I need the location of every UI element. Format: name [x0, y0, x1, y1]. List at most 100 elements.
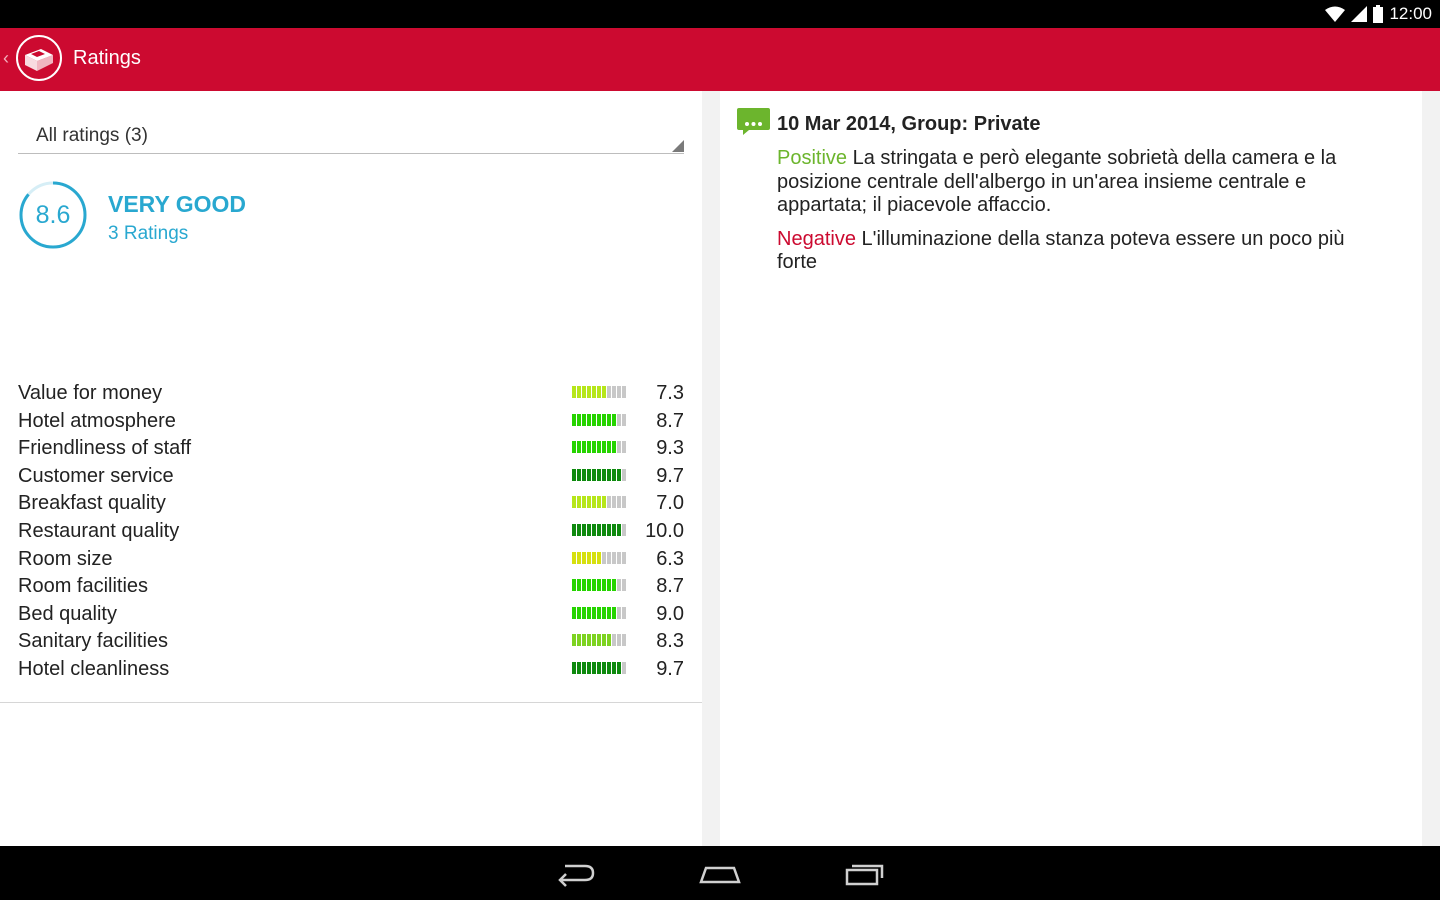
meter-segment — [607, 606, 611, 619]
criterion-value: 7.0 — [656, 492, 684, 515]
meter-segment — [572, 579, 576, 592]
meter-segment — [617, 661, 621, 674]
criterion-row: Sanitary facilities 8.3 — [18, 628, 684, 656]
meter-segment — [592, 496, 596, 509]
criteria-list: Value for money 7.3 Hotel atmosphere 8.7 Fri… — [18, 380, 684, 684]
meter-segment — [587, 634, 591, 647]
meter-segment — [592, 579, 596, 592]
criterion-meter — [572, 413, 628, 426]
app-bar: ‹ Ratings — [0, 28, 1440, 91]
meter-segment — [617, 468, 621, 481]
up-button[interactable]: ‹ Ratings — [0, 28, 150, 91]
meter-segment — [582, 413, 586, 426]
meter-segment — [592, 523, 596, 536]
meter-segment — [572, 386, 576, 398]
meter-segment — [592, 441, 596, 454]
meter-segment — [622, 634, 626, 647]
meter-segment — [572, 606, 576, 619]
criterion-label: Hotel atmosphere — [18, 409, 176, 432]
criterion-value: 7.3 — [656, 382, 684, 404]
criterion-label: Room size — [18, 547, 113, 570]
meter-segment — [612, 441, 616, 454]
recent-apps-icon[interactable] — [844, 858, 886, 888]
positive-text: La stringata e però elegante sobrietà de… — [777, 147, 1337, 216]
criterion-meter — [572, 468, 628, 481]
meter-segment — [582, 386, 586, 398]
meter-segment — [602, 496, 606, 509]
meter-segment — [577, 661, 581, 674]
hotel-bed-icon — [25, 49, 53, 71]
meter-segment — [617, 441, 621, 454]
meter-segment — [602, 523, 606, 536]
meter-segment — [582, 551, 586, 564]
meter-segment — [617, 551, 621, 564]
meter-segment — [592, 606, 596, 619]
criterion-row: Room size 6.3 — [18, 546, 684, 574]
criterion-value: 9.7 — [656, 657, 684, 680]
meter-segment — [607, 468, 611, 481]
meter-segment — [617, 606, 621, 619]
criterion-value: 9.3 — [656, 437, 684, 460]
meter-segment — [587, 551, 591, 564]
criterion-meter — [572, 634, 628, 647]
criterion-value: 8.3 — [656, 630, 684, 653]
meter-segment — [622, 551, 626, 564]
meter-segment — [577, 579, 581, 592]
meter-segment — [607, 661, 611, 674]
meter-segment — [587, 496, 591, 509]
meter-segment — [607, 551, 611, 564]
ratings-count: 3 Ratings — [108, 223, 189, 244]
meter-segment — [607, 413, 611, 426]
meter-segment — [592, 468, 596, 481]
ratings-filter-dropdown[interactable]: All ratings (3) — [18, 115, 684, 154]
meter-segment — [572, 551, 576, 564]
meter-segment — [607, 386, 611, 398]
criterion-row: Room facilities 8.7 — [18, 573, 684, 601]
meter-segment — [582, 496, 586, 509]
review-body: Positive La stringata e però elegante so… — [777, 147, 1377, 285]
meter-segment — [622, 523, 626, 536]
meter-segment — [602, 606, 606, 619]
meter-segment — [572, 413, 576, 426]
back-icon[interactable] — [555, 858, 597, 888]
meter-segment — [592, 386, 596, 398]
meter-segment — [572, 634, 576, 647]
review-panel: 10 Mar 2014, Group: Private Positive La … — [720, 91, 1422, 846]
review-negative: Negative L'illuminazione della stanza po… — [777, 228, 1377, 275]
criterion-row: Hotel cleanliness 9.7 — [18, 656, 684, 684]
meter-segment — [622, 413, 626, 426]
meter-segment — [607, 523, 611, 536]
meter-segment — [577, 468, 581, 481]
criterion-label: Breakfast quality — [18, 492, 166, 515]
meter-segment — [612, 523, 616, 536]
app-logo-icon — [16, 35, 62, 81]
criterion-value: 6.3 — [656, 547, 684, 570]
meter-segment — [597, 661, 601, 674]
meter-segment — [587, 523, 591, 536]
meter-segment — [577, 606, 581, 619]
criterion-label: Customer service — [18, 464, 174, 487]
meter-segment — [582, 523, 586, 536]
criterion-row: Value for money 7.3 — [18, 380, 684, 408]
criterion-value: 10.0 — [645, 519, 684, 542]
meter-segment — [607, 496, 611, 509]
meter-segment — [622, 468, 626, 481]
meter-segment — [622, 661, 626, 674]
meter-segment — [622, 386, 626, 398]
home-icon[interactable] — [699, 858, 741, 888]
criterion-row: Bed quality 9.0 — [18, 601, 684, 629]
meter-segment — [597, 579, 601, 592]
meter-segment — [612, 468, 616, 481]
criterion-meter — [572, 606, 628, 619]
meter-segment — [582, 441, 586, 454]
meter-segment — [587, 441, 591, 454]
meter-segment — [612, 606, 616, 619]
meter-segment — [597, 413, 601, 426]
meter-segment — [602, 661, 606, 674]
meter-segment — [587, 413, 591, 426]
meter-segment — [602, 634, 606, 647]
criterion-label: Room facilities — [18, 575, 149, 598]
criterion-row: Customer service 9.7 — [18, 463, 684, 491]
meter-segment — [572, 661, 576, 674]
meter-segment — [597, 496, 601, 509]
